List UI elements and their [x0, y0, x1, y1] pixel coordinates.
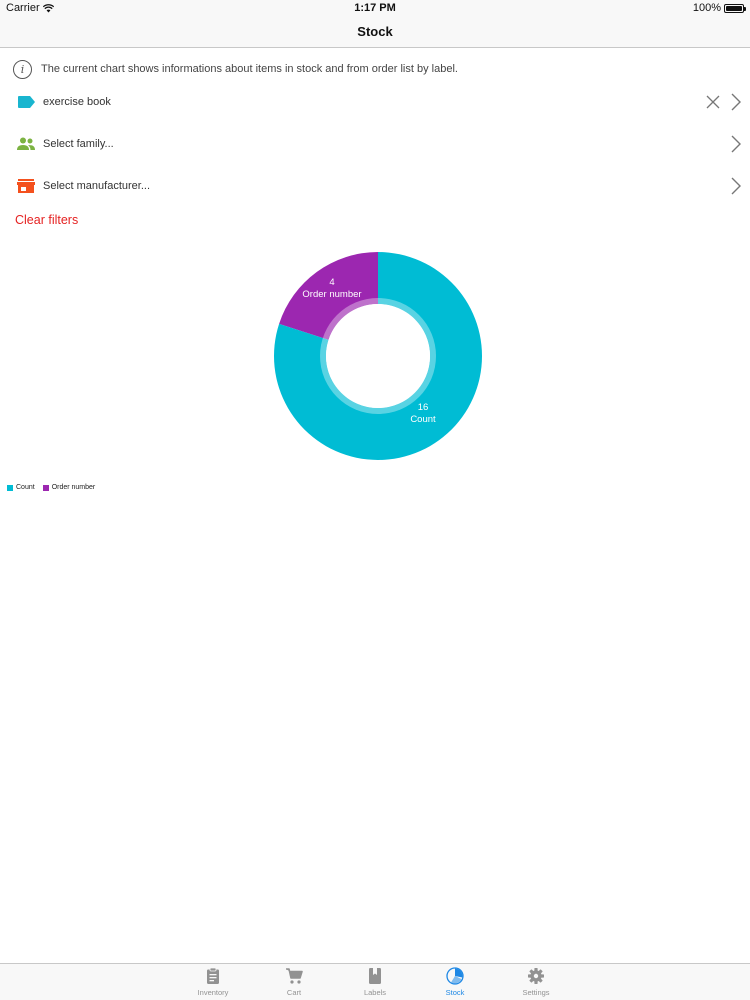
chevron-right-icon — [731, 93, 741, 111]
gear-icon — [528, 968, 544, 984]
manufacturer-filter-row[interactable]: Select manufacturer... — [0, 167, 750, 205]
info-text: The current chart shows informations abo… — [41, 63, 458, 75]
battery-icon — [724, 3, 746, 13]
book-icon — [369, 968, 381, 984]
legend-item-order-number: Order number — [42, 484, 96, 491]
chevron-right-icon — [731, 135, 741, 153]
clear-filters-button[interactable]: Clear filters — [15, 213, 78, 227]
chart-legend: Count Order number — [7, 484, 95, 491]
label-tag-icon — [18, 96, 35, 108]
store-icon — [17, 179, 35, 193]
tab-labels[interactable]: Labels — [340, 967, 410, 999]
slice-name-label: Order number — [302, 289, 361, 300]
legend-label: Order number — [51, 484, 96, 491]
slice-name-label: Count — [410, 414, 436, 425]
tab-inventory[interactable]: Inventory — [178, 967, 248, 999]
slice-value-label: 16 — [418, 402, 429, 413]
battery-level — [726, 5, 742, 11]
legend-swatch — [42, 484, 49, 491]
tab-settings-label: Settings — [522, 988, 550, 997]
tab-labels-label: Labels — [363, 988, 387, 997]
legend-swatch — [7, 484, 13, 491]
tab-settings[interactable]: Settings — [501, 967, 571, 999]
clipboard-icon — [207, 967, 219, 984]
battery-group: 100% — [692, 2, 746, 14]
stock-chart-icon — [446, 967, 464, 985]
info-icon: i — [13, 59, 32, 79]
label-filter-row[interactable]: exercise book — [0, 83, 750, 121]
family-filter-placeholder: Select family... — [43, 138, 114, 150]
cart-icon — [286, 968, 303, 984]
tab-bar: Inventory Cart Labels Stock Settings — [0, 963, 750, 1000]
chevron-right-icon — [731, 177, 741, 195]
battery-percent: 100% — [692, 2, 721, 14]
navigation-bar: Stock — [0, 16, 750, 48]
legend-label: Count — [16, 484, 35, 491]
tab-cart-label: Cart — [286, 988, 302, 997]
label-filter-value: exercise book — [43, 96, 111, 108]
tab-inventory-label: Inventory — [197, 988, 229, 997]
slice-value-label: 4 — [329, 277, 334, 288]
clear-label-icon[interactable] — [706, 95, 720, 109]
tab-stock[interactable]: Stock — [420, 967, 490, 999]
manufacturer-filter-placeholder: Select manufacturer... — [43, 180, 150, 192]
family-filter-row[interactable]: Select family... — [0, 125, 750, 163]
family-people-icon — [17, 137, 35, 150]
stock-screen: Carrier 1:17 PM 100% Stock i The current… — [0, 0, 750, 1000]
tab-stock-label: Stock — [445, 988, 465, 997]
donut-hole — [326, 304, 430, 408]
info-row: i The current chart shows informations a… — [0, 56, 750, 82]
legend-item-count: Count — [7, 484, 35, 491]
status-bar: Carrier 1:17 PM 100% — [0, 0, 750, 16]
status-time: 1:17 PM — [354, 2, 396, 14]
page-title: Stock — [357, 24, 393, 39]
stock-donut-chart: 4Order number 16Count — [274, 252, 483, 460]
tab-cart[interactable]: Cart — [259, 967, 329, 999]
